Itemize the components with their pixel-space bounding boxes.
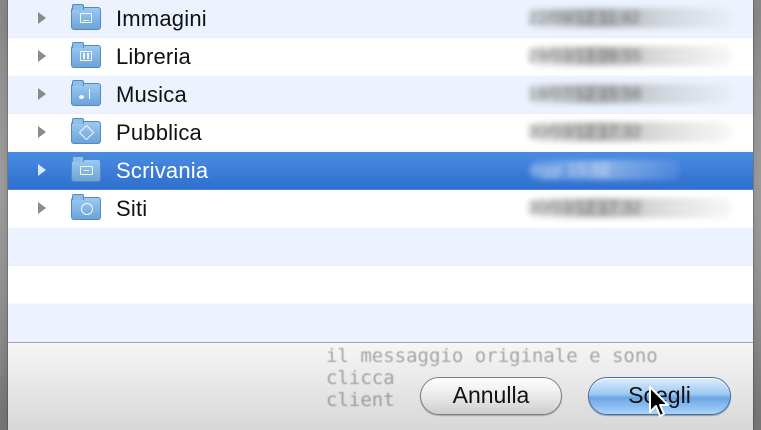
file-browser-list[interactable]: Immagini 22/09/12 11:42 Libreria 29/03/1… <box>8 0 753 342</box>
public-symbol-icon <box>78 124 95 141</box>
folder-row-siti[interactable]: Siti 30/03/12 17:32 <box>8 190 753 228</box>
library-symbol-icon <box>80 51 92 61</box>
desktop-symbol-icon <box>80 166 93 175</box>
folder-date-siti: 30/03/12 17:32 <box>528 198 733 218</box>
folder-row-immagini[interactable]: Immagini 22/09/12 11:42 <box>8 0 753 38</box>
folder-library-icon <box>71 42 101 68</box>
folder-music-icon <box>71 80 101 106</box>
empty-list-row <box>8 228 753 266</box>
pictures-symbol-icon <box>80 13 92 23</box>
folder-date-musica: 18/07/12 15:58 <box>528 84 733 104</box>
folder-name-pubblica: Pubblica <box>116 120 202 145</box>
disclosure-triangle-icon[interactable] <box>38 50 46 62</box>
folder-pictures-icon <box>71 4 101 30</box>
folder-date-immagini: 22/09/12 11:42 <box>528 8 733 28</box>
choose-button[interactable]: Scegli <box>588 377 731 415</box>
choose-folder-dialog: Immagini 22/09/12 11:42 Libreria 29/03/1… <box>8 0 753 430</box>
folder-row-musica[interactable]: Musica 18/07/12 15:58 <box>8 76 753 114</box>
cancel-button[interactable]: Annulla <box>420 377 562 415</box>
folder-row-libreria[interactable]: Libreria 29/03/13 09:55 <box>8 38 753 76</box>
empty-list-row <box>8 266 753 304</box>
screenshot-canvas: Immagini 22/09/12 11:42 Libreria 29/03/1… <box>0 0 761 430</box>
empty-list-row <box>8 304 753 342</box>
disclosure-triangle-icon[interactable] <box>38 126 46 138</box>
disclosure-triangle-icon[interactable] <box>38 202 46 214</box>
disclosure-triangle-icon[interactable] <box>38 12 46 24</box>
sites-symbol-icon <box>81 203 93 215</box>
folder-date-pubblica: 30/03/12 17:32 <box>528 122 733 142</box>
folder-row-pubblica[interactable]: Pubblica 30/03/12 17:32 <box>8 114 753 152</box>
folder-name-musica: Musica <box>116 82 187 107</box>
folder-public-icon <box>71 118 101 144</box>
folder-row-scrivania[interactable]: Scrivania oggi 15:32 <box>8 152 753 190</box>
disclosure-triangle-icon[interactable] <box>38 164 46 176</box>
music-note-icon <box>79 89 90 99</box>
folder-date-scrivania: oggi 15:32 <box>530 160 680 180</box>
folder-name-immagini: Immagini <box>116 6 207 31</box>
disclosure-triangle-icon[interactable] <box>38 88 46 100</box>
dialog-button-bar: il messaggio originale e sono clicca cli… <box>8 342 753 430</box>
folder-name-siti: Siti <box>116 196 148 221</box>
folder-date-libreria: 29/03/13 09:55 <box>528 46 733 66</box>
folder-sites-icon <box>71 194 101 220</box>
folder-desktop-icon <box>71 156 101 182</box>
folder-name-scrivania: Scrivania <box>116 158 209 183</box>
folder-name-libreria: Libreria <box>116 44 191 69</box>
